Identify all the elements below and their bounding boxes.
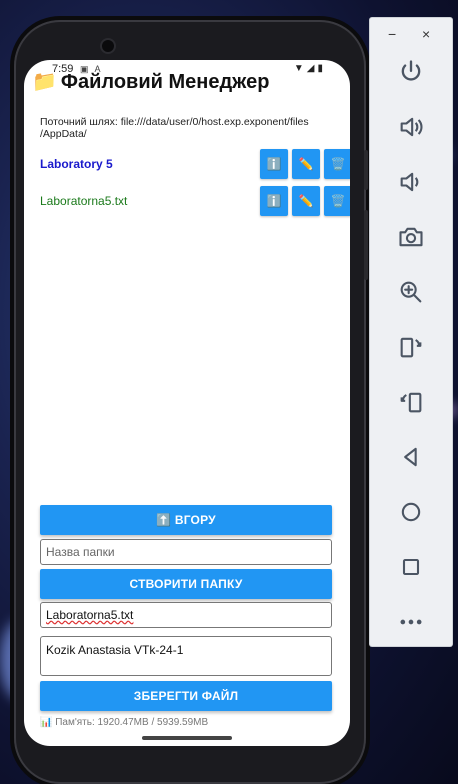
file-name[interactable]: Laboratorna5.txt	[40, 194, 127, 208]
overview-icon	[402, 558, 420, 576]
save-file-button[interactable]: ЗБЕРЕГТИ ФАЙЛ	[40, 681, 332, 711]
more-button[interactable]	[370, 608, 452, 648]
minimize-button[interactable]: −	[388, 26, 396, 42]
power-button[interactable]	[370, 58, 452, 98]
memory-status: 📊 Пам'ять: 1920.47MB / 5939.59MB	[40, 717, 209, 728]
camera-icon	[399, 227, 423, 247]
close-button[interactable]: ×	[422, 26, 430, 42]
list-item[interactable]: Laboratorna5.txt ℹ️ ✏️ 🗑️	[40, 186, 350, 216]
more-icon	[400, 619, 422, 625]
filename-value: Laboratorna5.txt	[46, 608, 134, 622]
zoom-in-icon	[400, 281, 422, 303]
back-button[interactable]	[370, 443, 452, 483]
back-icon	[404, 447, 417, 467]
delete-button[interactable]: 🗑️	[324, 186, 350, 216]
overview-button[interactable]	[370, 553, 452, 593]
edit-button[interactable]: ✏️	[292, 149, 320, 179]
page-title-text: Файловий Менеджер	[60, 71, 270, 93]
volume-down-icon	[400, 172, 419, 192]
rotate-right-icon	[400, 392, 422, 413]
volume-down-button[interactable]	[370, 168, 452, 208]
emulator-panel: − ×	[370, 18, 452, 646]
rotate-left-icon	[400, 337, 422, 358]
filename-input[interactable]: Laboratorna5.txt	[40, 602, 332, 628]
folder-name[interactable]: Laboratory 5	[40, 157, 113, 171]
list-item[interactable]: Laboratory 5 ℹ️ ✏️ 🗑️	[40, 149, 350, 179]
app-screen: 7:59 ▣ A ▼◢▮ 📁 Файловий Менеджер Поточний…	[24, 60, 350, 746]
delete-button[interactable]: 🗑️	[324, 149, 350, 179]
screenshot-button[interactable]	[370, 223, 452, 263]
home-button[interactable]	[370, 498, 452, 538]
home-icon	[401, 502, 421, 522]
folder-name-input[interactable]: Назва папки	[40, 539, 332, 565]
current-path: Поточний шлях: file:///data/user/0/host.…	[40, 116, 309, 140]
status-icons-right: ▼◢▮	[293, 63, 326, 74]
zoom-button[interactable]	[370, 278, 452, 318]
rotate-right-button[interactable]	[370, 388, 452, 428]
phone-side-button	[364, 150, 368, 190]
info-button[interactable]: ℹ️	[260, 149, 288, 179]
edit-button[interactable]: ✏️	[292, 186, 320, 216]
volume-up-button[interactable]	[370, 113, 452, 153]
power-icon	[401, 60, 421, 81]
phone-side-button	[364, 210, 368, 280]
home-indicator[interactable]	[142, 736, 232, 740]
front-camera	[102, 40, 114, 52]
folder-icon: 📁	[32, 71, 57, 93]
create-folder-button[interactable]: СТВОРИТИ ПАПКУ	[40, 569, 332, 599]
rotate-left-button[interactable]	[370, 333, 452, 373]
up-button[interactable]: ⬆️ ВГОРУ	[40, 505, 332, 535]
page-title: 📁 Файловий Менеджер	[32, 69, 269, 94]
volume-up-icon	[400, 117, 423, 137]
info-button[interactable]: ℹ️	[260, 186, 288, 216]
file-content-input[interactable]: Kozik Anastasia VTk-24-1	[40, 636, 332, 676]
